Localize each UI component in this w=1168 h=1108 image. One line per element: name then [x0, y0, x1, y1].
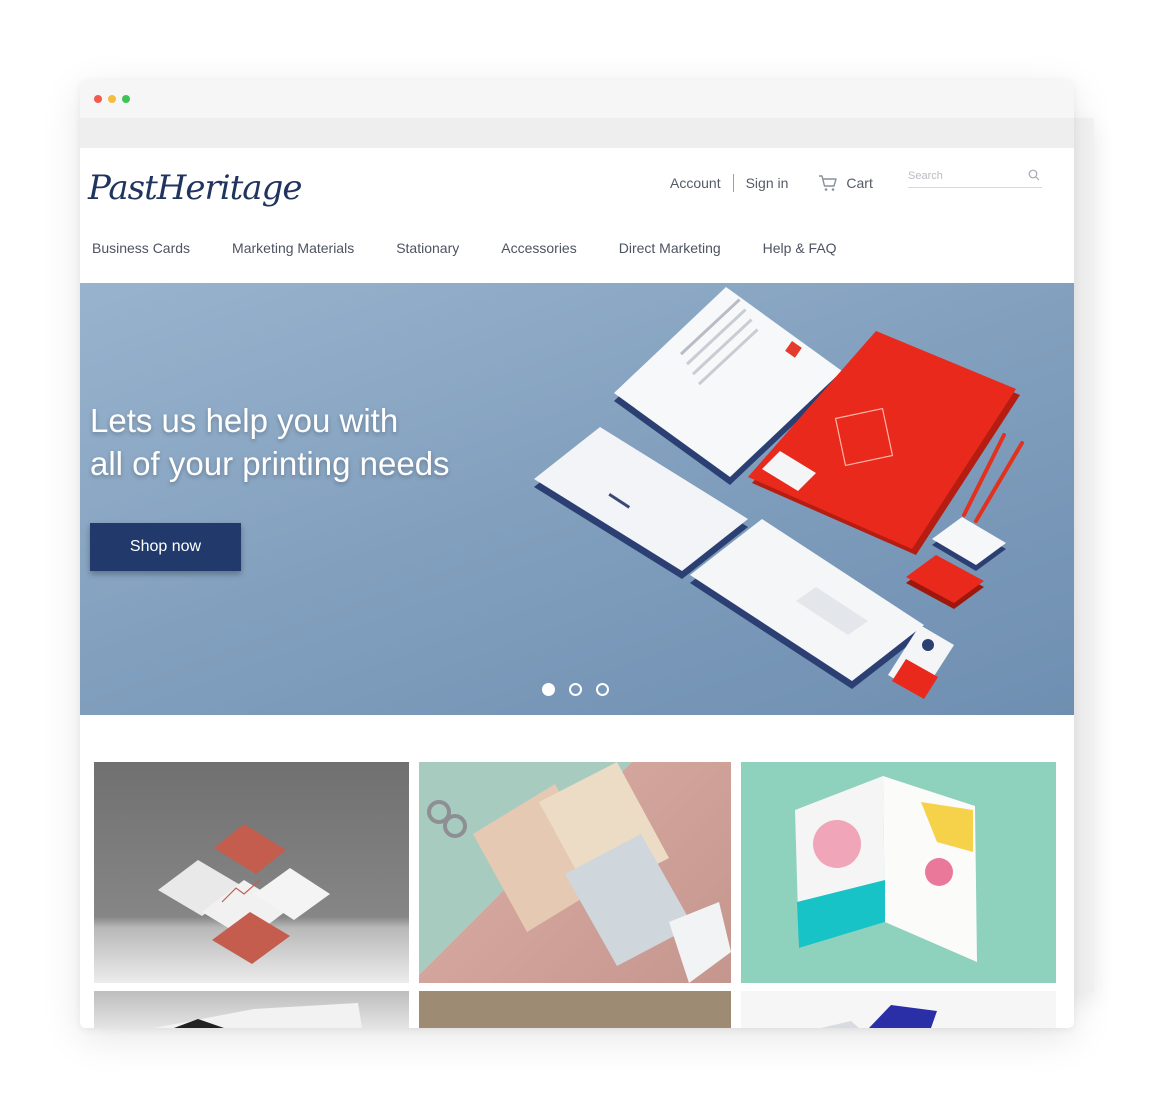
- product-tile-business-cards[interactable]: [94, 762, 409, 983]
- site-logo[interactable]: PastHeritage: [88, 168, 302, 208]
- shop-now-button[interactable]: Shop now: [90, 523, 241, 571]
- cart-link[interactable]: Cart: [818, 174, 873, 192]
- cart-label: Cart: [846, 175, 873, 191]
- account-links: Account Sign in Cart: [670, 172, 873, 194]
- search-icon[interactable]: [1028, 169, 1040, 181]
- product-tile-brochures[interactable]: [741, 762, 1056, 983]
- browser-window: PastHeritage Account Sign in Cart B: [80, 80, 1074, 1028]
- search-input[interactable]: [908, 166, 1018, 186]
- browser-toolbar: [80, 118, 1074, 148]
- carousel-dot-2[interactable]: [569, 683, 582, 696]
- blue-folder-image: [821, 1005, 937, 1028]
- nav-direct-marketing[interactable]: Direct Marketing: [619, 240, 721, 256]
- calendars-image: [427, 762, 731, 983]
- hero-headline-line-2: all of your printing needs: [90, 445, 450, 482]
- close-window-button[interactable]: [94, 95, 102, 103]
- cart-icon: [819, 175, 838, 191]
- carousel-dot-1[interactable]: [542, 683, 555, 696]
- sign-in-link[interactable]: Sign in: [746, 175, 789, 191]
- nav-business-cards[interactable]: Business Cards: [92, 240, 190, 256]
- product-tile-kraft[interactable]: [419, 991, 731, 1028]
- product-grid: [94, 762, 1056, 1028]
- carousel-dot-3[interactable]: [596, 683, 609, 696]
- product-tile-signage[interactable]: [94, 991, 409, 1028]
- divider: [732, 174, 734, 192]
- account-link[interactable]: Account: [670, 175, 721, 191]
- business-cards-image: [158, 824, 330, 964]
- hero-headline-line-1: Lets us help you with: [90, 402, 399, 439]
- nav-accessories[interactable]: Accessories: [501, 240, 576, 256]
- nav-help-faq[interactable]: Help & FAQ: [763, 240, 837, 256]
- search-box: [908, 166, 1042, 188]
- product-tile-folders[interactable]: [741, 991, 1056, 1028]
- window-titlebar: [80, 80, 1074, 118]
- brochure-image: [795, 776, 977, 962]
- hero-banner: Lets us help you with all of your printi…: [80, 283, 1074, 715]
- nav-stationary[interactable]: Stationary: [396, 240, 459, 256]
- stationery-mockup-image: [534, 287, 1024, 699]
- maximize-window-button[interactable]: [122, 95, 130, 103]
- minimize-window-button[interactable]: [108, 95, 116, 103]
- carousel-indicators: [542, 683, 623, 696]
- site-header: PastHeritage Account Sign in Cart B: [80, 148, 1074, 283]
- signage-image: [154, 1003, 362, 1028]
- hero-headline: Lets us help you with all of your printi…: [90, 399, 450, 485]
- nav-marketing-materials[interactable]: Marketing Materials: [232, 240, 354, 256]
- product-tile-calendars[interactable]: [419, 762, 731, 983]
- main-nav: Business Cards Marketing Materials Stati…: [92, 240, 879, 256]
